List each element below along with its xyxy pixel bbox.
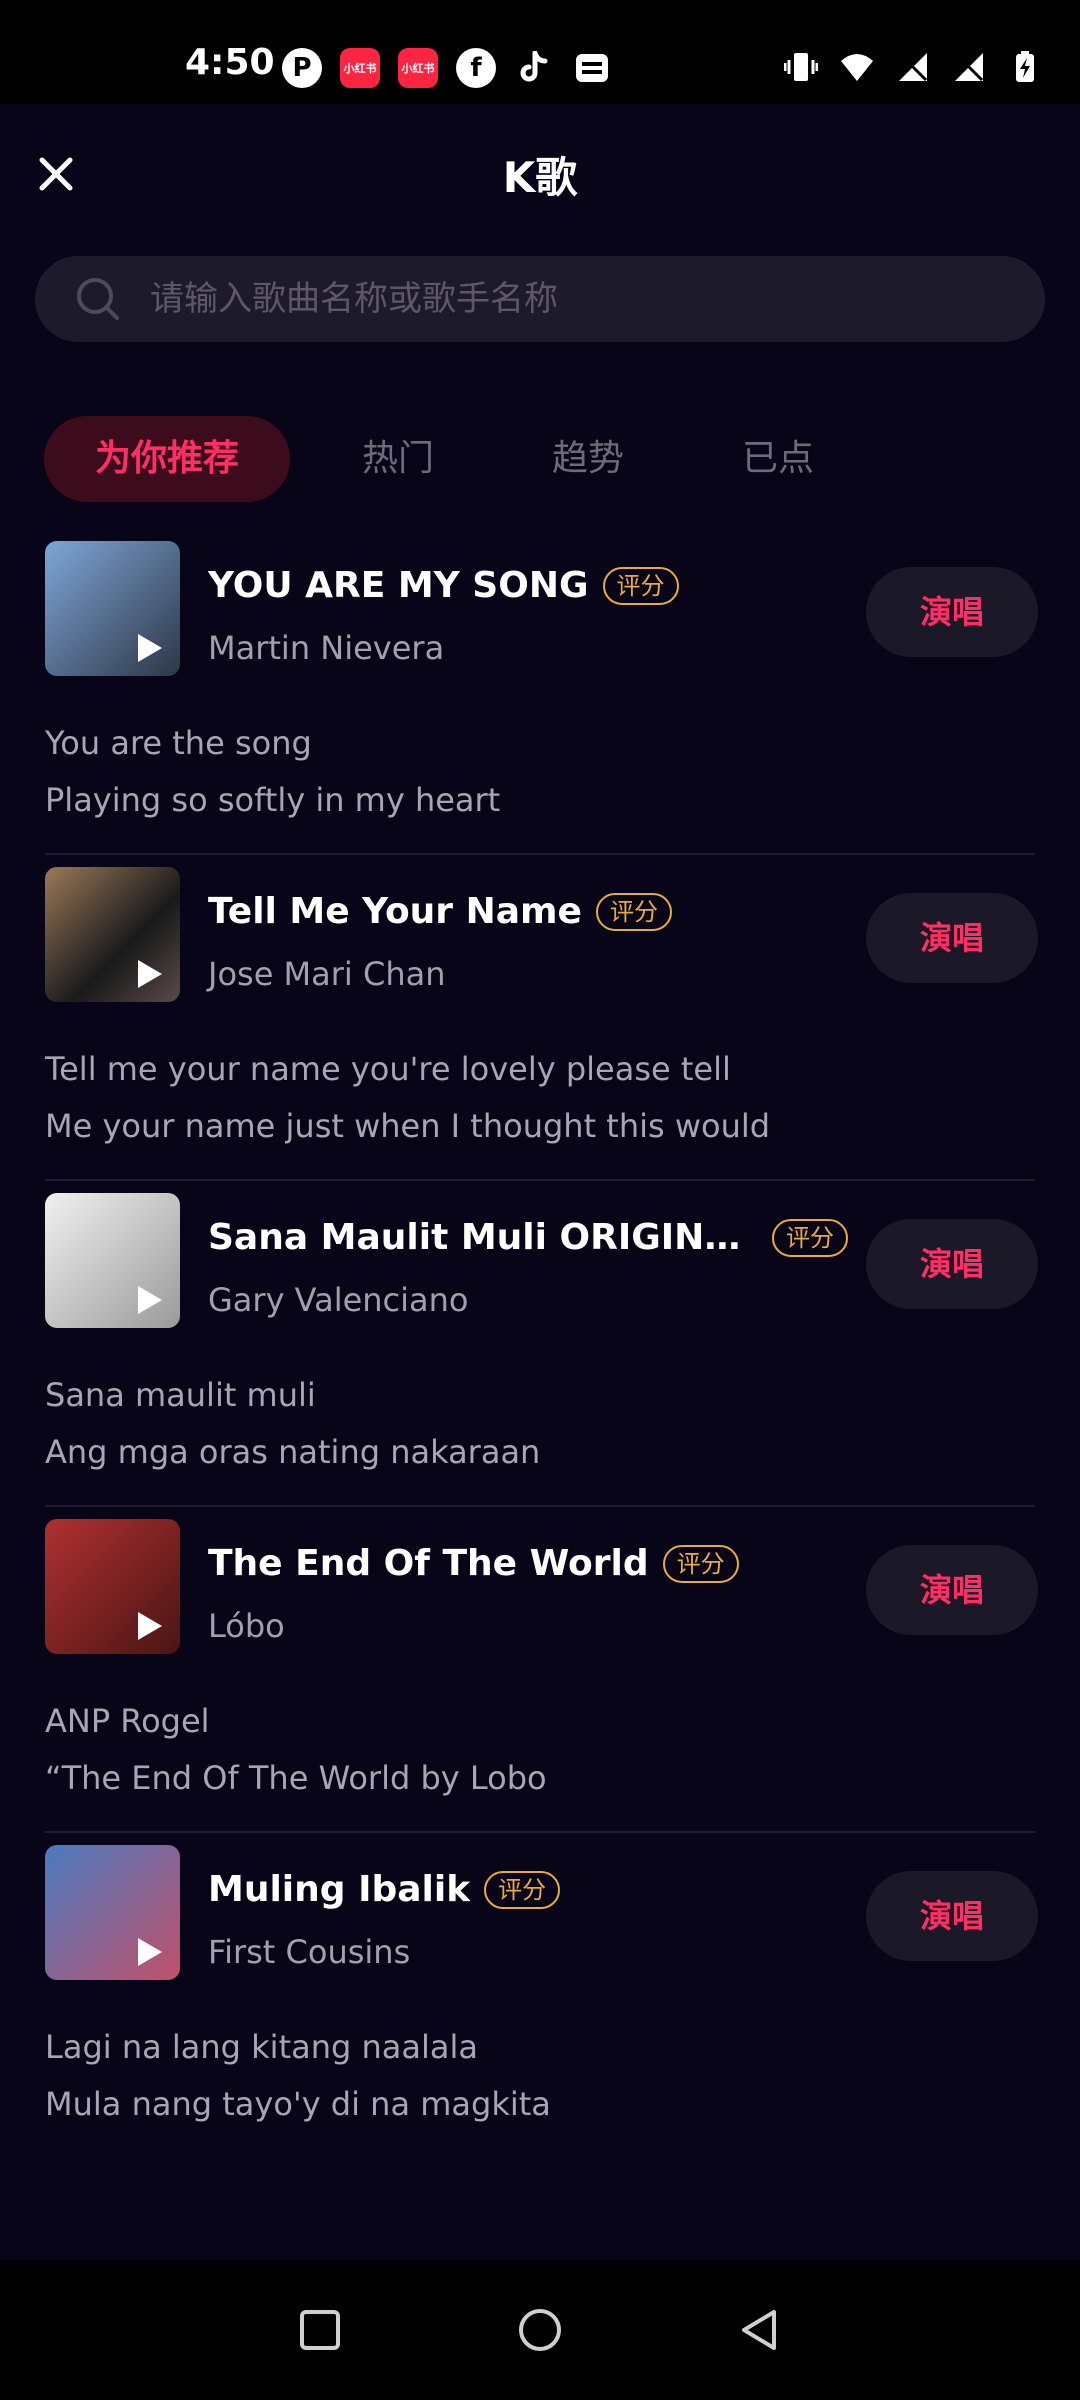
tab-requested[interactable]: 已点 [700,416,856,502]
p-icon: P [282,48,322,88]
score-badge: 评分 [772,1218,848,1257]
wallet-icon [572,48,612,88]
signal-icon [898,52,928,82]
album-cover[interactable] [45,1193,180,1328]
sing-button[interactable]: 演唱 [866,893,1038,983]
lyric-line: Tell me your name you're lovely please t… [45,1050,731,1088]
top-bar: K歌 [0,104,1080,234]
song-title: The End Of The World [208,1543,649,1584]
tab-trending[interactable]: 趋势 [510,416,666,502]
album-cover[interactable] [45,1519,180,1654]
system-icons [784,50,1042,84]
tiktok-icon [514,48,554,88]
xiaohongshu-icon: 小红书 [398,48,438,88]
artist-name: Lóbo [208,1607,285,1645]
lyric-line: ANP Rogel [45,1702,210,1740]
facebook-icon: f [456,48,496,88]
status-bar: 4:50 P 小红书 小红书 f [0,0,1080,104]
play-icon[interactable] [138,1286,162,1314]
artist-name: Jose Mari Chan [208,955,446,993]
signal-icon [954,52,984,82]
wifi-icon [841,54,873,81]
score-badge: 评分 [662,1544,739,1583]
song-item[interactable]: Tell Me Your Name 评分 Jose Mari Chan 演唱 T… [0,855,1080,1181]
artist-name: Gary Valenciano [208,1281,469,1319]
score-badge: 评分 [602,566,679,605]
song-item[interactable]: YOU ARE MY SONG 评分 Martin Nievera 演唱 You… [0,529,1080,855]
lyric-line: You are the song [45,724,312,762]
song-item[interactable]: Sana Maulit Muli ORIGINAL I... 评分 Gary V… [0,1181,1080,1507]
page-title: K歌 [502,153,578,202]
sing-button[interactable]: 演唱 [866,1871,1038,1961]
song-item[interactable]: Muling Ibalik 评分 First Cousins 演唱 Lagi n… [0,1833,1080,2159]
lyric-line: “The End Of The World by Lobo [45,1759,547,1797]
lyric-line: Playing so softly in my heart [45,781,501,819]
play-icon[interactable] [138,1612,162,1640]
xiaohongshu-icon: 小红书 [340,48,380,88]
sing-button[interactable]: 演唱 [866,567,1038,657]
lyric-line: Lagi na lang kitang naalala [45,2028,478,2066]
status-time: 4:50 [185,42,275,83]
tab-recommended[interactable]: 为你推荐 [44,416,290,502]
sing-button[interactable]: 演唱 [866,1219,1038,1309]
score-badge: 评分 [484,1870,561,1909]
album-cover[interactable] [45,867,180,1002]
song-title: Sana Maulit Muli ORIGINAL I... [208,1217,758,1258]
search-input[interactable] [150,256,1010,342]
lyric-line: Me your name just when I thought this wo… [45,1107,771,1145]
tab-bar: 为你推荐 热门 趋势 已点 [0,416,1080,502]
artist-name: Martin Nievera [208,629,445,667]
lyric-line: Ang mga oras nating nakaraan [45,1433,541,1471]
karaoke-page: K歌 为你推荐 热门 趋势 已点 YOU ARE MY SONG 评分 Mart… [0,104,1080,2260]
play-icon[interactable] [138,1938,162,1966]
battery-charging-icon [1016,51,1034,82]
lyric-line: Mula nang tayo'y di na magkita [45,2085,551,2123]
vibrate-icon [784,53,818,81]
score-badge: 评分 [595,892,672,931]
sing-button[interactable]: 演唱 [866,1545,1038,1635]
home-circle-icon[interactable] [516,2306,564,2354]
system-nav-bar [0,2260,1080,2400]
back-triangle-icon[interactable] [736,2306,784,2354]
song-list: YOU ARE MY SONG 评分 Martin Nievera 演唱 You… [0,529,1080,2159]
notification-icons: P 小红书 小红书 f [282,48,612,88]
album-cover[interactable] [45,1845,180,1980]
artist-name: First Cousins [208,1933,411,1971]
album-cover[interactable] [45,541,180,676]
song-title: Muling Ibalik [208,1869,471,1910]
search-icon [77,278,119,320]
recents-square-icon[interactable] [296,2306,344,2354]
song-item[interactable]: The End Of The World 评分 Lóbo 演唱 ANP Roge… [0,1507,1080,1833]
lyric-line: Sana maulit muli [45,1376,316,1414]
search-bar[interactable] [35,256,1045,342]
play-icon[interactable] [138,960,162,988]
song-title: YOU ARE MY SONG [208,565,589,606]
tab-popular[interactable]: 热门 [320,416,476,502]
song-title: Tell Me Your Name [208,891,582,932]
play-icon[interactable] [138,634,162,662]
